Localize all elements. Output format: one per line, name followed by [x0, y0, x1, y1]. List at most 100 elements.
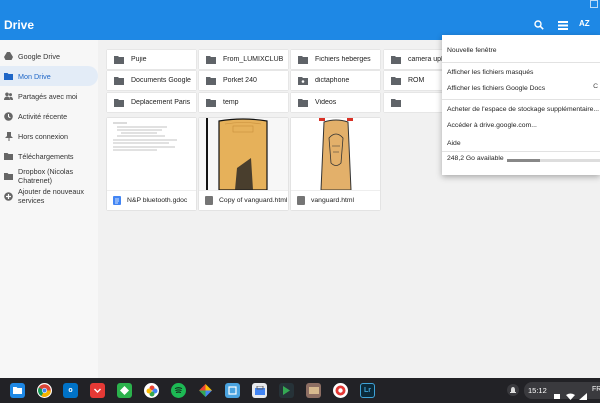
folder-icon: [298, 98, 308, 108]
lightroom-icon[interactable]: Lr: [360, 383, 375, 398]
menu-item-show-hidden[interactable]: Afficher les fichiers masqués: [442, 65, 600, 79]
overflow-menu: Nouvelle fenêtre Afficher les fichiers m…: [442, 35, 600, 175]
sidebar-item-google-drive[interactable]: Google Drive: [0, 46, 98, 66]
store-icon[interactable]: [252, 383, 267, 398]
screenshot-icon[interactable]: [225, 383, 240, 398]
spotify-icon[interactable]: [171, 383, 186, 398]
clock: 15:12: [528, 386, 547, 395]
html-file-icon: [297, 196, 305, 205]
folder-item[interactable]: Deplacement Paris: [107, 93, 196, 112]
wallet-icon[interactable]: [306, 383, 321, 398]
folder-item[interactable]: temp: [199, 93, 288, 112]
folder-icon: [391, 98, 401, 108]
folder-icon: [391, 55, 401, 65]
sidebar-item-label: Partagés avec moi: [18, 91, 78, 101]
storage-available-label: 248,2 Go available: [447, 155, 504, 162]
sidebar-item-recent[interactable]: Activité récente: [0, 106, 98, 126]
google-photos-icon[interactable]: [198, 383, 213, 398]
folder-label: Deplacement Paris: [131, 99, 191, 106]
sort-az-icon[interactable]: AZ: [579, 19, 590, 28]
folder-icon: [206, 55, 216, 65]
sidebar-item-label: Hors connexion: [18, 131, 68, 141]
wifi-icon: [566, 387, 575, 403]
menu-item-show-google-docs[interactable]: Afficher les fichiers Google Docs: [442, 81, 600, 95]
file-name-row: vanguard.html: [291, 190, 380, 210]
folder-icon: [114, 55, 124, 65]
menu-item-buy-storage[interactable]: Acheter de l'espace de stockage suppléme…: [442, 102, 600, 116]
sidebar-item-mon-drive[interactable]: Mon Drive: [0, 66, 98, 86]
add-icon: [4, 191, 13, 201]
shared-folder-icon: [298, 76, 308, 86]
grid-view-icon[interactable]: [555, 17, 571, 33]
menu-divider: [442, 151, 600, 152]
folder-item[interactable]: Pujie: [107, 50, 196, 69]
photos-icon[interactable]: [144, 383, 159, 398]
notification-icon[interactable]: [507, 384, 519, 396]
html-file-icon: [205, 196, 213, 205]
document-thumbnail: [107, 118, 196, 190]
storage-usage-fill: [507, 159, 540, 162]
folder-label: dictaphone: [315, 77, 350, 84]
files-icon[interactable]: [10, 383, 25, 398]
gdoc-icon: [113, 196, 121, 205]
sidebar-item-label: Ajouter de nouveaux services: [18, 187, 84, 205]
file-item[interactable]: N&P bluetooth.gdoc: [107, 118, 196, 210]
folder-item[interactable]: Porket 240: [199, 71, 288, 90]
search-icon[interactable]: [531, 17, 547, 33]
feedly-icon[interactable]: [117, 383, 132, 398]
folder-label: From_LUMIXCLUB: [223, 56, 284, 63]
sidebar-item-label: Téléchargements: [18, 151, 74, 161]
drive-window: Drive AZ Google Drive Mon Drive Partagés…: [0, 0, 600, 403]
folder-label: temp: [223, 99, 239, 106]
sidebar-item-downloads[interactable]: Téléchargements: [0, 146, 98, 166]
window-frame: [0, 0, 600, 10]
sidebar-item-dropbox[interactable]: Dropbox (Nicolas Chatrenet): [0, 166, 98, 186]
people-icon: [4, 92, 13, 101]
folder-item[interactable]: From_LUMIXCLUB: [199, 50, 288, 69]
sidebar-item-shared[interactable]: Partagés avec moi: [0, 86, 98, 106]
folder-item[interactable]: Videos: [291, 93, 380, 112]
file-name-row: N&P bluetooth.gdoc: [107, 190, 196, 210]
pin-icon: [4, 131, 13, 141]
folder-icon: [206, 76, 216, 86]
outlook-icon[interactable]: o: [63, 383, 78, 398]
longboard-thumbnail: [199, 118, 288, 190]
file-label: Copy of vanguard.html: [219, 197, 288, 204]
camera-icon[interactable]: [333, 383, 348, 398]
folder-item[interactable]: Fichiers heberges: [291, 50, 380, 69]
menu-item-go-to-drive[interactable]: Accéder à drive.google.com...: [442, 118, 600, 132]
menu-divider: [442, 99, 600, 100]
status-tray[interactable]: 15:12 FR: [524, 382, 600, 400]
longboard-thumbnail: [291, 118, 380, 190]
sidebar-item-label: Mon Drive: [18, 71, 51, 81]
menu-item-help[interactable]: Aide: [442, 136, 600, 150]
locale-label: FR: [592, 386, 600, 393]
clock-icon: [4, 111, 13, 121]
window-control-icon[interactable]: [590, 0, 598, 8]
folder-label: Documents Google: [131, 77, 191, 84]
file-name-row: Copy of vanguard.html: [199, 190, 288, 210]
play-store-icon[interactable]: [279, 383, 294, 398]
folder-icon: [114, 98, 124, 108]
folder-label: ROM: [408, 77, 425, 84]
signal-icon: [579, 387, 587, 403]
menu-item-new-window[interactable]: Nouvelle fenêtre: [442, 43, 600, 57]
file-label: vanguard.html: [311, 197, 355, 204]
storage-usage-bar: [507, 159, 600, 162]
pocket-icon[interactable]: [90, 383, 105, 398]
menu-shortcut: C: [593, 83, 598, 90]
folder-item[interactable]: dictaphone: [291, 71, 380, 90]
file-item[interactable]: vanguard.html: [291, 118, 380, 210]
dropbox-icon: [4, 172, 13, 181]
folder-icon: [206, 98, 216, 108]
folder-label: Fichiers heberges: [315, 56, 371, 63]
sidebar-item-add-services[interactable]: Ajouter de nouveaux services: [0, 186, 98, 206]
app-title: Drive: [4, 18, 35, 32]
file-label: N&P bluetooth.gdoc: [127, 197, 188, 204]
sidebar-item-offline[interactable]: Hors connexion: [0, 126, 98, 146]
folder-icon: [298, 55, 308, 65]
file-item[interactable]: Copy of vanguard.html: [199, 118, 288, 210]
folder-item[interactable]: Documents Google: [107, 71, 196, 90]
folder-label: camera uplo: [408, 56, 447, 63]
chrome-icon[interactable]: [37, 383, 52, 398]
